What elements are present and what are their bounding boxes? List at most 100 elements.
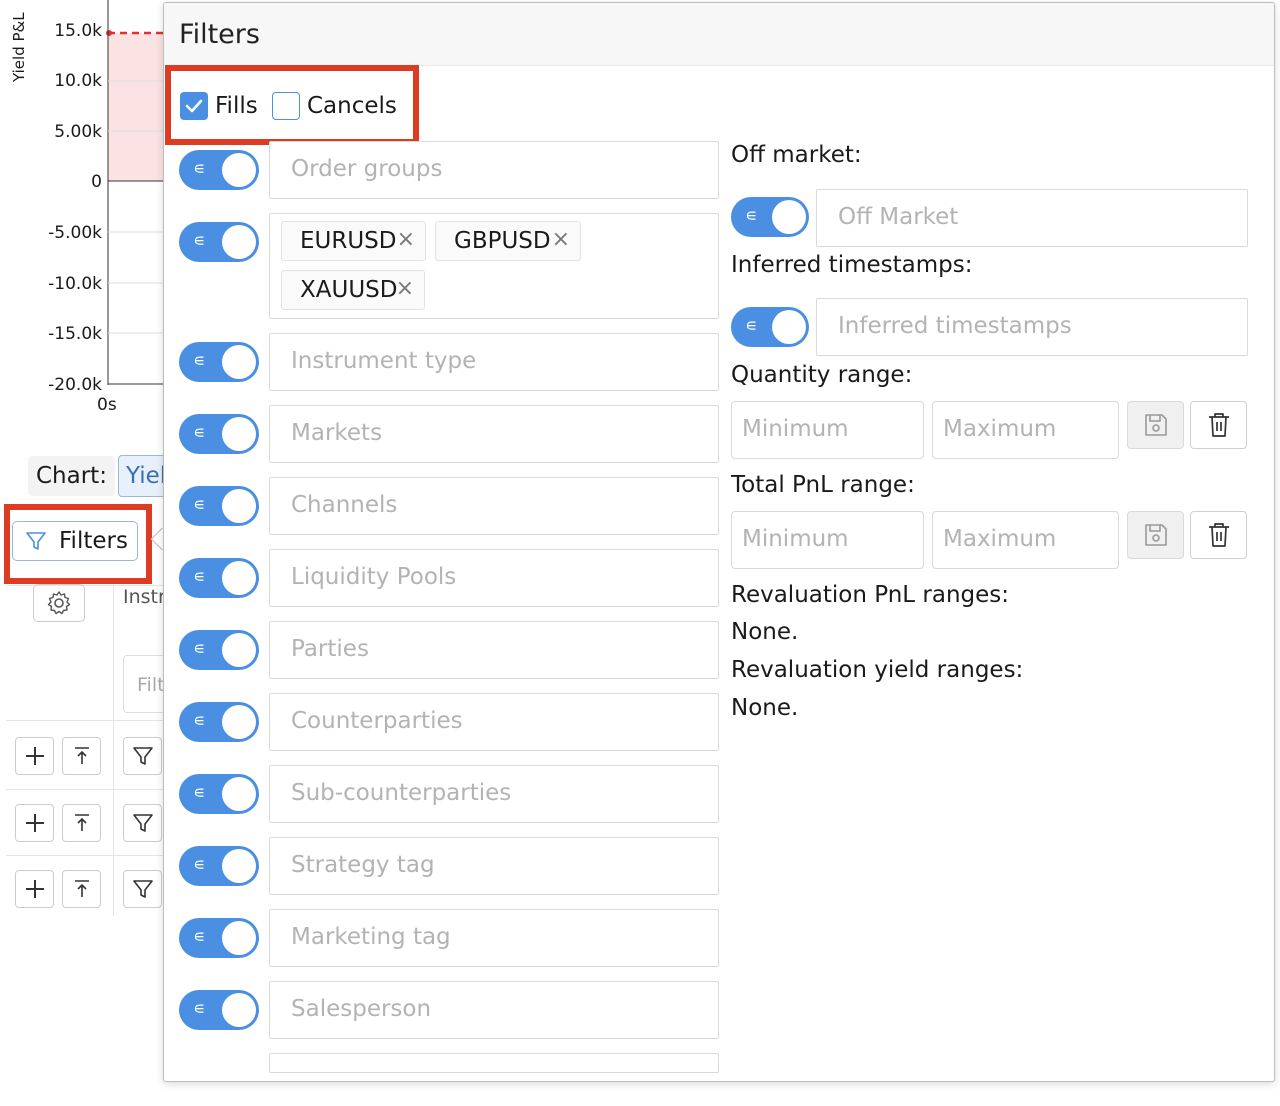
- strategy-tag-input[interactable]: Strategy tag: [269, 837, 719, 895]
- instrument-type-toggle[interactable]: ∊: [179, 342, 259, 382]
- background-left-pane: Yield P&L 15.0k 10.0k 5.00k 0 -5.00k -10…: [0, 0, 183, 1106]
- settings-button[interactable]: [33, 584, 85, 622]
- plus-icon: [25, 747, 44, 765]
- filters-button[interactable]: Filters: [12, 521, 138, 561]
- y-tick-label: 10.0k: [54, 71, 102, 91]
- marketing-tag-toggle[interactable]: ∊: [179, 918, 259, 958]
- instrument-chip: GBPUSD ×: [435, 221, 581, 261]
- plus-icon: [25, 814, 44, 832]
- save-icon: [1144, 524, 1167, 546]
- add-row-button[interactable]: [15, 737, 54, 775]
- y-tick-label: 5.00k: [54, 122, 102, 142]
- gear-icon: [47, 591, 71, 615]
- divider: [6, 855, 166, 856]
- fills-checkbox-label: Fills: [215, 93, 258, 119]
- quantity-save-button[interactable]: [1127, 401, 1184, 449]
- instrument-type-input[interactable]: Instrument type: [269, 333, 719, 391]
- inferred-timestamps-label: Inferred timestamps:: [731, 252, 973, 278]
- total-pnl-range-label: Total PnL range:: [731, 472, 915, 498]
- markets-input[interactable]: Markets: [269, 405, 719, 463]
- remove-chip-icon[interactable]: ×: [396, 276, 414, 301]
- revaluation-yield-ranges-value: None.: [731, 695, 799, 721]
- y-tick-label: 15.0k: [54, 21, 102, 41]
- liquidity-pools-input[interactable]: Liquidity Pools: [269, 549, 719, 607]
- inferred-timestamps-toggle[interactable]: ∊: [731, 307, 809, 347]
- move-to-top-button[interactable]: [62, 737, 101, 775]
- instrument-chip: XAUUSD ×: [281, 270, 425, 310]
- next-filter-input-partial[interactable]: [269, 1053, 719, 1073]
- row-filter-button[interactable]: [123, 804, 162, 842]
- quantity-clear-button[interactable]: [1190, 401, 1247, 449]
- quantity-range-label: Quantity range:: [731, 362, 913, 388]
- parties-toggle[interactable]: ∊: [179, 630, 259, 670]
- y-tick-label: -20.0k: [48, 375, 102, 395]
- cancels-checkbox[interactable]: [272, 92, 300, 120]
- divider: [6, 789, 166, 790]
- x-tick-label: 0s: [97, 395, 117, 415]
- funnel-icon: [132, 880, 153, 898]
- salesperson-input[interactable]: Salesperson: [269, 981, 719, 1039]
- funnel-icon: [132, 814, 153, 832]
- divider: [6, 720, 166, 721]
- parties-input[interactable]: Parties: [269, 621, 719, 679]
- channels-toggle[interactable]: ∊: [179, 486, 259, 526]
- row-filter-button[interactable]: [123, 737, 162, 775]
- plus-icon: [25, 880, 44, 898]
- row-filter-button[interactable]: [123, 870, 162, 908]
- y-tick-label: -5.00k: [48, 223, 102, 243]
- remove-chip-icon[interactable]: ×: [552, 227, 570, 252]
- arrow-to-top-icon: [74, 880, 89, 897]
- counterparties-input[interactable]: Counterparties: [269, 693, 719, 751]
- markets-toggle[interactable]: ∊: [179, 414, 259, 454]
- filters-popover: Filters Fills Cancels ∊ Order groups ∊ E…: [163, 2, 1275, 1082]
- add-row-button[interactable]: [15, 804, 54, 842]
- revaluation-yield-ranges-label: Revaluation yield ranges:: [731, 657, 1024, 683]
- pnl-area-fill: [108, 33, 170, 181]
- add-row-button[interactable]: [15, 870, 54, 908]
- instrument-chip: EURUSD ×: [281, 221, 426, 261]
- off-market-label: Off market:: [731, 142, 862, 168]
- remove-chip-icon[interactable]: ×: [397, 227, 415, 252]
- move-to-top-button[interactable]: [62, 804, 101, 842]
- order-groups-toggle[interactable]: ∊: [179, 150, 259, 190]
- y-tick-label: -15.0k: [48, 324, 102, 344]
- funnel-icon: [13, 530, 59, 552]
- popover-header: Filters: [164, 3, 1274, 66]
- off-market-input[interactable]: Off Market: [816, 189, 1248, 247]
- quantity-max-input[interactable]: Maximum: [932, 401, 1119, 459]
- total-pnl-clear-button[interactable]: [1190, 511, 1247, 559]
- channels-input[interactable]: Channels: [269, 477, 719, 535]
- move-to-top-button[interactable]: [62, 870, 101, 908]
- revaluation-pnl-ranges-label: Revaluation PnL ranges:: [731, 582, 1010, 608]
- sub-counterparties-input[interactable]: Sub-counterparties: [269, 765, 719, 823]
- y-tick-label: -10.0k: [48, 274, 102, 294]
- inferred-timestamps-input[interactable]: Inferred timestamps: [816, 298, 1248, 356]
- trash-icon: [1208, 413, 1229, 437]
- trash-icon: [1208, 523, 1229, 547]
- cancels-checkbox-label: Cancels: [307, 93, 397, 119]
- popover-title: Filters: [179, 19, 260, 50]
- funnel-icon: [132, 747, 153, 765]
- pnl-series-point: [106, 30, 112, 36]
- total-pnl-save-button[interactable]: [1127, 511, 1184, 559]
- quantity-min-input[interactable]: Minimum: [731, 401, 924, 459]
- total-pnl-max-input[interactable]: Maximum: [932, 511, 1119, 569]
- fills-checkbox[interactable]: [180, 92, 208, 120]
- instruments-toggle[interactable]: ∊: [179, 222, 259, 262]
- salesperson-toggle[interactable]: ∊: [179, 990, 259, 1030]
- revaluation-pnl-ranges-value: None.: [731, 619, 799, 645]
- strategy-tag-toggle[interactable]: ∊: [179, 846, 259, 886]
- liquidity-pools-toggle[interactable]: ∊: [179, 558, 259, 598]
- total-pnl-min-input[interactable]: Minimum: [731, 511, 924, 569]
- marketing-tag-input[interactable]: Marketing tag: [269, 909, 719, 967]
- sub-counterparties-toggle[interactable]: ∊: [179, 774, 259, 814]
- save-icon: [1144, 414, 1167, 436]
- off-market-toggle[interactable]: ∊: [731, 197, 809, 237]
- checkmark-icon: [185, 99, 203, 113]
- order-groups-input[interactable]: Order groups: [269, 141, 719, 199]
- counterparties-toggle[interactable]: ∊: [179, 702, 259, 742]
- instruments-multiselect[interactable]: EURUSD × GBPUSD × XAUUSD ×: [269, 213, 719, 319]
- arrow-to-top-icon: [74, 814, 89, 831]
- arrow-to-top-icon: [74, 747, 89, 764]
- column-header-instrument: Instr: [123, 586, 166, 608]
